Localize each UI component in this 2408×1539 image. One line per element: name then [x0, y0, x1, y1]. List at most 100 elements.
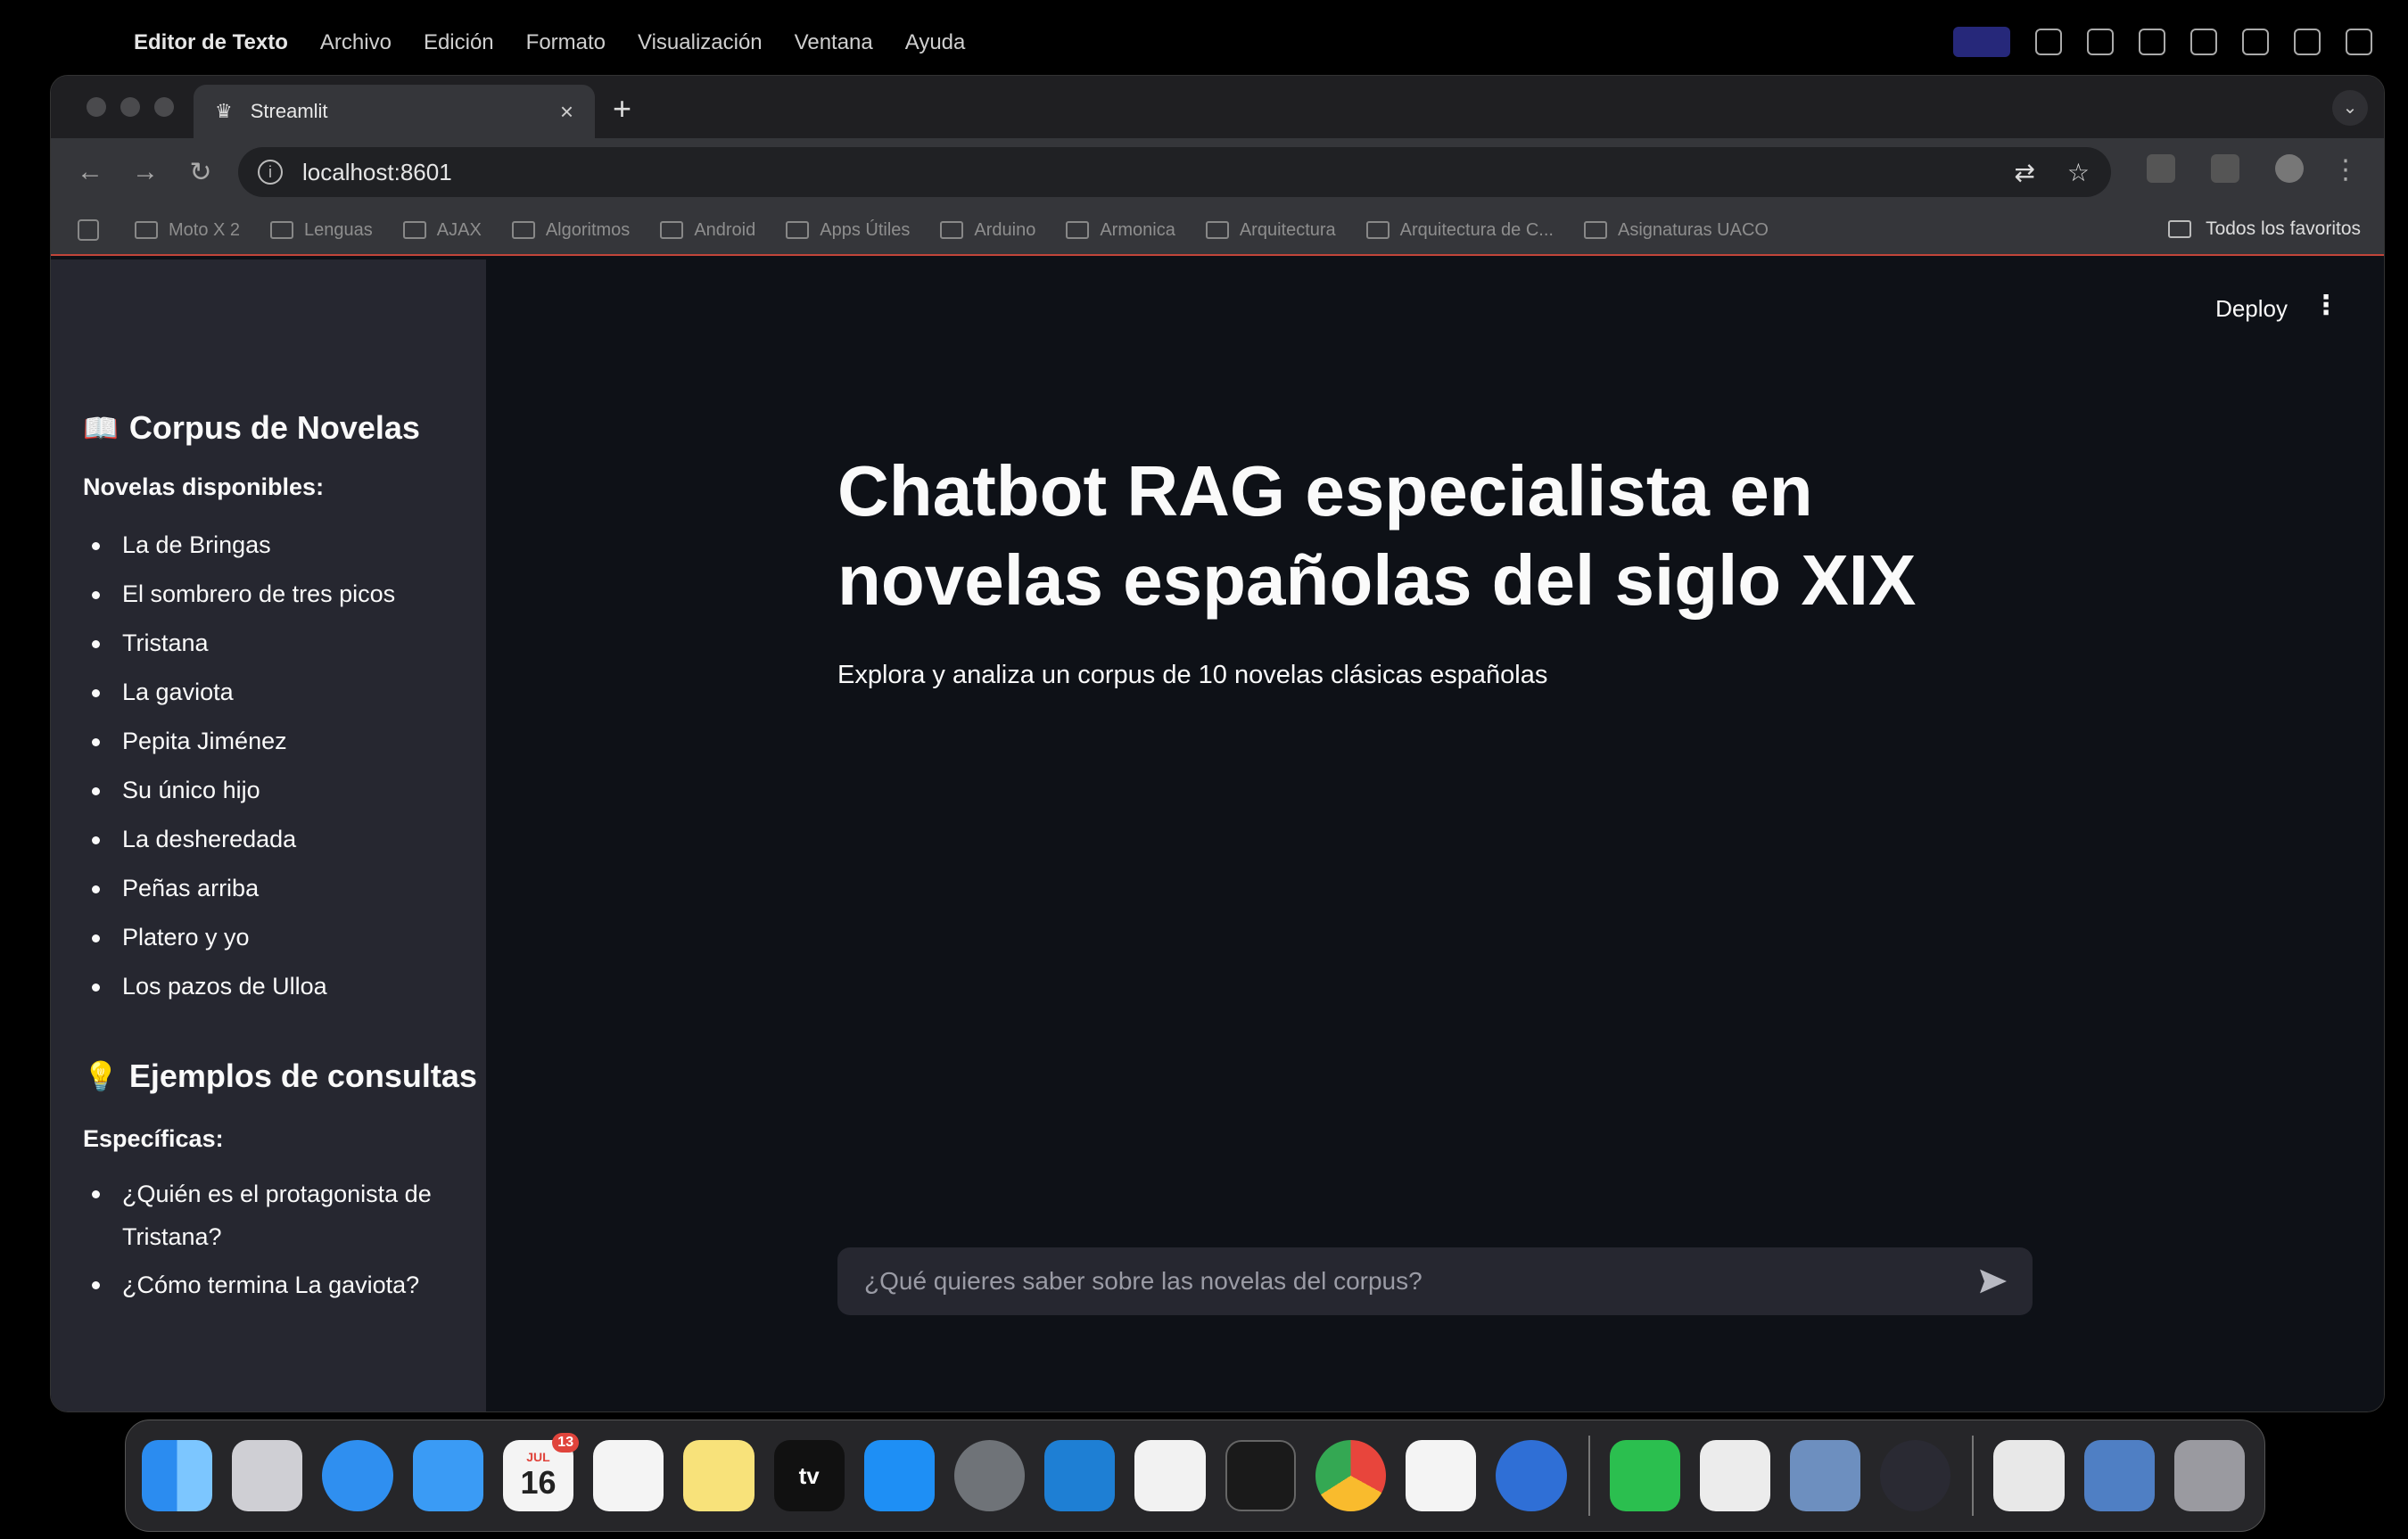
- status-app-icon[interactable]: [1953, 27, 2010, 57]
- thunderbird-icon[interactable]: [1496, 1440, 1567, 1511]
- browser-menu-kebab-icon[interactable]: ⋮: [2332, 154, 2359, 185]
- forward-arrow-icon[interactable]: →: [129, 157, 161, 187]
- site-info-icon[interactable]: i: [258, 160, 283, 185]
- safari-icon[interactable]: [322, 1440, 393, 1511]
- corpus-title: Corpus de Novelas: [128, 409, 420, 446]
- bookmark-folder[interactable]: Android: [660, 220, 755, 241]
- bookmark-label: Moto X 2: [169, 219, 241, 240]
- list-item: Peñas arriba: [92, 864, 486, 913]
- obs-icon[interactable]: [1880, 1440, 1951, 1511]
- deploy-button[interactable]: Deploy: [2215, 295, 2288, 323]
- folder-icon: [1365, 221, 1390, 239]
- notes-icon[interactable]: [683, 1440, 755, 1511]
- status-icon[interactable]: [2139, 29, 2165, 55]
- examples-list: ¿Quién es el protagonista de Tristana? ¿…: [92, 1173, 486, 1306]
- specific-label: Específicas:: [83, 1125, 224, 1152]
- address-bar[interactable]: i localhost:8601 ⇄ ☆: [238, 147, 2111, 197]
- notification-badge: 13: [552, 1433, 580, 1453]
- browser-toolbar: ← → ↻ i localhost:8601 ⇄ ☆ ⋮: [51, 138, 2384, 206]
- url-text[interactable]: localhost:8601: [302, 159, 452, 186]
- folder-icon: [1205, 221, 1229, 239]
- control-center-icon[interactable]: [2294, 29, 2321, 55]
- tab-streamlit[interactable]: ♛ Streamlit ×: [194, 85, 595, 138]
- available-novels-label: Novelas disponibles:: [83, 473, 325, 500]
- reload-icon[interactable]: ↻: [185, 157, 217, 188]
- reminders-icon[interactable]: [593, 1440, 664, 1511]
- document-icon[interactable]: [1993, 1440, 2065, 1511]
- folder-icon: [1583, 221, 1607, 239]
- minimize-window-button[interactable]: [120, 97, 140, 117]
- whatsapp-icon[interactable]: [1609, 1440, 1680, 1511]
- menu-archivo[interactable]: Archivo: [320, 30, 392, 55]
- bookmark-folder[interactable]: Arquitectura: [1205, 220, 1336, 241]
- menu-visualizacion[interactable]: Visualización: [638, 30, 763, 55]
- extension-icon[interactable]: [2147, 154, 2175, 183]
- finder-icon[interactable]: [142, 1440, 213, 1511]
- close-tab-icon[interactable]: ×: [560, 98, 573, 126]
- menu-formato[interactable]: Formato: [526, 30, 606, 55]
- status-icon[interactable]: [2035, 29, 2062, 55]
- bookmark-folder[interactable]: Arduino: [940, 220, 1035, 241]
- menu-ayuda[interactable]: Ayuda: [905, 30, 966, 55]
- bookmark-folder[interactable]: Lenguas: [270, 220, 373, 241]
- apple-tv-icon[interactable]: tv: [773, 1440, 845, 1511]
- new-tab-button[interactable]: +: [613, 90, 631, 128]
- bookmark-folder[interactable]: Asignaturas UACO: [1583, 220, 1769, 241]
- menu-ventana[interactable]: Ventana: [795, 30, 873, 55]
- bookmark-folder[interactable]: Apps Útiles: [786, 220, 910, 241]
- preview-icon[interactable]: [1789, 1440, 1861, 1511]
- sidebar: 📖 Corpus de Novelas Novelas disponibles:…: [51, 259, 486, 1411]
- bookmark-star-icon[interactable]: ☆: [2067, 158, 2090, 187]
- apps-grid-icon[interactable]: [78, 219, 99, 241]
- window-controls: [87, 97, 174, 117]
- calendar-month: JUL: [526, 1450, 550, 1464]
- tv-label: tv: [798, 1461, 820, 1489]
- mail-icon[interactable]: [412, 1440, 483, 1511]
- profile-avatar-icon[interactable]: [2275, 154, 2304, 183]
- all-bookmarks[interactable]: Todos los favoritos: [2168, 218, 2361, 240]
- system-settings-icon[interactable]: [953, 1440, 1026, 1511]
- bookmark-folder[interactable]: Moto X 2: [135, 220, 240, 241]
- bookmark-folder[interactable]: Algoritmos: [511, 220, 630, 241]
- maximize-window-button[interactable]: [154, 97, 174, 117]
- app-store-icon[interactable]: [863, 1440, 935, 1511]
- translate-icon[interactable]: ⇄: [2014, 158, 2034, 187]
- tab-search-chevron-icon[interactable]: ⌄: [2332, 90, 2368, 126]
- folder-icon: [511, 221, 535, 239]
- back-arrow-icon[interactable]: ←: [74, 157, 106, 187]
- chrome-icon[interactable]: [1315, 1440, 1387, 1511]
- wifi-icon[interactable]: [2190, 29, 2217, 55]
- chat-input-placeholder[interactable]: ¿Qué quieres saber sobre las novelas del…: [864, 1267, 1423, 1296]
- calendar-icon[interactable]: JUL 16 13: [502, 1433, 580, 1511]
- extensions-area: [2147, 154, 2304, 183]
- clock-icon[interactable]: [2346, 29, 2372, 55]
- bookmark-folder[interactable]: Armonica: [1066, 220, 1175, 241]
- bookmark-folder[interactable]: Arquitectura de C...: [1365, 220, 1554, 241]
- freeform-icon[interactable]: [1134, 1440, 1206, 1511]
- chatgpt-icon[interactable]: [1406, 1440, 1477, 1511]
- trash-icon[interactable]: [2173, 1440, 2246, 1511]
- bookmark-folder[interactable]: AJAX: [402, 220, 482, 241]
- bookmark-label: Android: [694, 219, 756, 240]
- list-item: La desheredada: [92, 815, 486, 864]
- send-icon[interactable]: [1975, 1263, 2011, 1299]
- list-item: Platero y yo: [92, 913, 486, 962]
- tab-title: Streamlit: [250, 100, 328, 122]
- menubar-status-area: [1953, 27, 2372, 57]
- chat-input[interactable]: ¿Qué quieres saber sobre las novelas del…: [837, 1247, 2033, 1315]
- list-item: ¿Quién es el protagonista de Tristana?: [92, 1173, 443, 1258]
- textedit-icon[interactable]: [1699, 1440, 1770, 1511]
- status-icon[interactable]: [2087, 29, 2114, 55]
- launchpad-icon[interactable]: [232, 1440, 303, 1511]
- puzzle-icon[interactable]: [2211, 154, 2239, 183]
- open-book-icon: 📖: [83, 412, 119, 444]
- list-item: El sombrero de tres picos: [92, 570, 486, 619]
- vscode-icon[interactable]: [1044, 1440, 1116, 1511]
- downloads-icon[interactable]: [2083, 1440, 2155, 1511]
- battery-icon[interactable]: [2242, 29, 2269, 55]
- main-menu-kebab-icon[interactable]: ⋮: [2313, 290, 2339, 321]
- terminal-icon[interactable]: [1225, 1440, 1296, 1511]
- menubar-app-name[interactable]: Editor de Texto: [134, 30, 288, 55]
- close-window-button[interactable]: [87, 97, 106, 117]
- menu-edicion[interactable]: Edición: [424, 30, 494, 55]
